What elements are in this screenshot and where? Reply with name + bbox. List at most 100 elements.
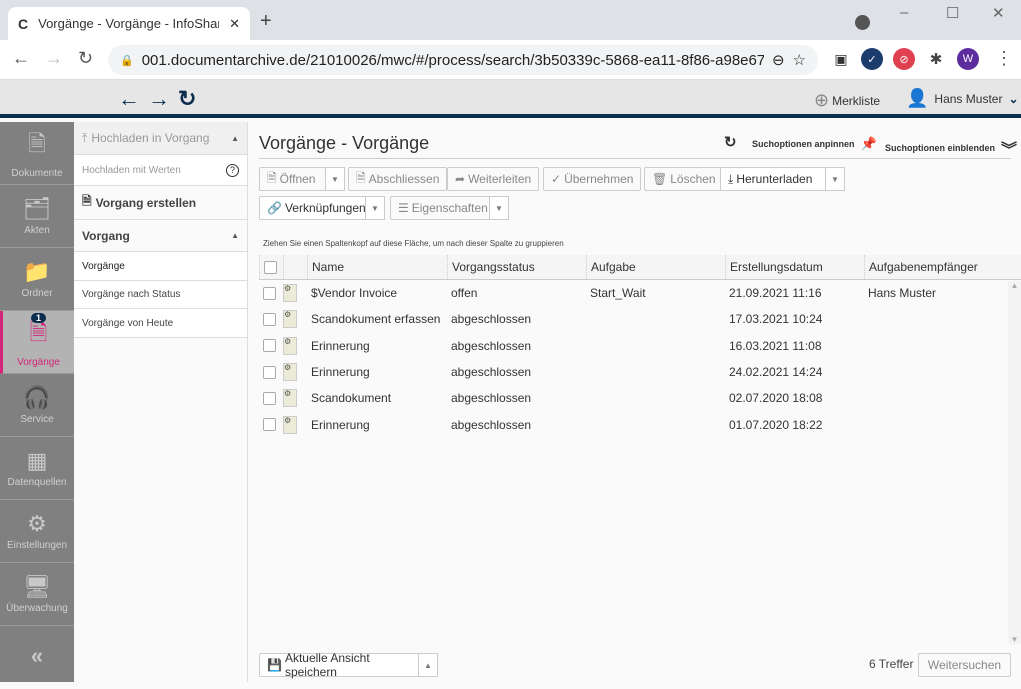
row-checkbox[interactable] [259, 286, 283, 300]
row-checkbox[interactable] [259, 339, 283, 353]
kebab-menu-icon[interactable]: ⋮ [995, 48, 1013, 69]
row-checkbox[interactable] [259, 312, 283, 326]
delete-button[interactable]: 🗑 Löschen [644, 167, 724, 191]
links-button[interactable]: 🔗 Verknüpfungen [259, 196, 366, 220]
collapse-sidebar-button[interactable]: « [0, 626, 74, 689]
sidebar-item-einstellungen[interactable]: ⚙ Einstellungen [0, 500, 74, 563]
table-row[interactable]: ⚙ Erinnerung abgeschlossen 24.02.2021 14:24 [259, 359, 1021, 385]
column-header[interactable]: Aufgabe [586, 255, 725, 279]
screenshot-extension-icon[interactable]: ▣ [830, 48, 852, 70]
properties-dropdown[interactable]: ▼ [489, 196, 509, 220]
sidebar-item-vorgänge[interactable]: 🗎 Vorgänge 1 [0, 311, 74, 374]
select-all-checkbox[interactable] [259, 255, 283, 279]
address-bar[interactable]: 🔒 001.documentarchive.de/21010026/mwc/#/… [108, 45, 818, 75]
forward-button[interactable]: ➦ Weiterleiten [447, 167, 540, 191]
create-process-button[interactable]: 🗎 Vorgang erstellen [74, 186, 247, 220]
search-more-button[interactable]: Weitersuchen [918, 653, 1011, 677]
close-doc-icon: 🗎 [356, 170, 366, 185]
puzzle-icon[interactable]: ✱ [925, 48, 947, 70]
sidebar-item-datenquellen[interactable]: ▦ Datenquellen [0, 437, 74, 500]
row-checkbox[interactable] [259, 391, 283, 405]
table-row[interactable]: ⚙ Erinnerung abgeschlossen 16.03.2021 11:08 [259, 333, 1021, 359]
close-process-button[interactable]: 🗎 Abschliessen [348, 167, 448, 191]
table-row[interactable]: ⚙ Scandokument erfassen abgeschlossen 17.03… [259, 306, 1021, 332]
sidebar-item-ordner[interactable]: 📁 Ordner [0, 248, 74, 311]
profile-menu-icon[interactable] [855, 15, 870, 30]
sidebar-item-dokumente[interactable]: 🗎 Dokumente [0, 122, 74, 185]
process-doc-icon: ⚙ [283, 336, 297, 355]
forward-icon[interactable]: → [45, 48, 63, 69]
back-icon[interactable]: ← [12, 48, 30, 69]
cell: Erinnerung [311, 338, 370, 353]
merkliste-button[interactable]: ⊕ Merkliste [814, 90, 880, 111]
merkliste-label: Merkliste [832, 93, 881, 108]
upload-label: Hochladen in Vorgang [91, 131, 210, 145]
download-button[interactable]: ⤓ Herunterladen [720, 167, 826, 191]
panel-item[interactable]: Vorgänge [74, 252, 247, 281]
open-dropdown[interactable]: ▼ [325, 167, 345, 191]
count-badge: 1 [31, 313, 47, 323]
column-header[interactable]: Name [307, 255, 447, 279]
sidebar-item-label: Einstellungen [6, 540, 68, 551]
user-menu[interactable]: 👤 Hans Muster ⌄ [906, 88, 1019, 109]
chevron-down-icon: ⌄ [1008, 91, 1019, 106]
star-icon[interactable]: ☆ [793, 51, 806, 69]
pin-search-options[interactable]: Suchoptionen anpinnen 📌 [752, 136, 877, 152]
help-icon[interactable]: ? [226, 163, 239, 177]
cell: Erinnerung [311, 365, 370, 380]
show-label: Suchoptionen einblenden [885, 143, 995, 153]
zoom-icon[interactable]: ⊖ [772, 51, 785, 69]
collapse-icon[interactable]: ▲ [231, 134, 239, 143]
reload-icon[interactable]: ↻ [78, 48, 93, 69]
table-row[interactable]: ⚙ $Vendor Invoice offen Start_Wait 21.09.202… [259, 280, 1021, 306]
save-view-button[interactable]: 💾 Aktuelle Ansicht speichern [259, 651, 419, 679]
open-label: Öffnen [279, 172, 316, 186]
section-vorgang[interactable]: Vorgang ▲ [74, 220, 247, 252]
cell: abgeschlossen [451, 391, 532, 406]
lock-icon: 🔒 [120, 54, 134, 67]
column-header[interactable]: Aufgabenempfänger [864, 255, 1003, 279]
new-tab-button[interactable]: + [260, 10, 272, 33]
download-dropdown[interactable]: ▼ [825, 167, 845, 191]
panel-item-label: Vorgänge von Heute [82, 317, 174, 329]
refresh-icon[interactable]: ↻ [724, 133, 737, 151]
minimize-button[interactable]: – [900, 4, 908, 21]
row-checkbox[interactable] [259, 365, 283, 379]
collapse-icon[interactable]: ▲ [231, 231, 239, 240]
scrollbar[interactable]: ▲ ▼ [1008, 281, 1021, 644]
app-back-icon[interactable]: ← [118, 86, 140, 112]
maximize-button[interactable]: ☐ [946, 4, 959, 22]
sidebar-item-überwachung[interactable]: 🖥 Überwachung [0, 563, 74, 626]
close-window-button[interactable]: ✕ [992, 4, 1005, 22]
take-over-button[interactable]: ✓ Übernehmen [543, 167, 642, 191]
upload-with-values[interactable]: Hochladen mit Werten ? [74, 155, 247, 186]
close-tab-icon[interactable]: ✕ [229, 16, 240, 32]
check-extension-icon[interactable]: ✓ [861, 48, 883, 70]
row-checkbox[interactable] [259, 418, 283, 432]
app-forward-icon[interactable]: → [148, 86, 170, 112]
properties-button[interactable]: ☰ Eigenschaften [390, 196, 490, 220]
link-icon: 🔗 [267, 201, 282, 215]
app-refresh-icon[interactable]: ↻ [178, 86, 196, 112]
panel-item[interactable]: Vorgänge nach Status [74, 281, 247, 309]
sidebar-item-service[interactable]: 🎧 Service [0, 374, 74, 437]
links-dropdown[interactable]: ▼ [365, 196, 385, 220]
column-header[interactable]: Vorgangsstatus [447, 255, 586, 279]
column-header[interactable]: Erstellungsdatum [725, 255, 864, 279]
sidebar-item-akten[interactable]: 🗂 Akten [0, 185, 74, 248]
red-extension-icon[interactable]: ⊘ [893, 48, 915, 70]
open-button[interactable]: 🗎 Öffnen [259, 167, 326, 191]
process-doc-icon: ⚙ [283, 363, 297, 382]
close-label: Abschliessen [368, 172, 440, 186]
browser-tab[interactable]: C Vorgänge - Vorgänge - InfoShare ✕ [8, 7, 250, 40]
table-row[interactable]: ⚙ Scandokument abgeschlossen 02.07.2020 18:… [259, 385, 1021, 411]
cell: 24.02.2021 14:24 [729, 365, 823, 380]
cell: 16.03.2021 11:08 [729, 338, 822, 353]
save-view-dropdown[interactable]: ▲ [418, 653, 438, 677]
monitor-icon: 🖥 [23, 574, 51, 599]
table-row[interactable]: ⚙ Erinnerung abgeschlossen 01.07.2020 18:22 [259, 411, 1021, 437]
show-search-options[interactable]: Suchoptionen einblenden ︾ [885, 136, 1017, 160]
panel-item[interactable]: Vorgänge von Heute [74, 309, 247, 338]
profile-avatar[interactable]: W [957, 48, 979, 70]
upload-to-process-button[interactable]: ⤒ Hochladen in Vorgang ▲ [74, 122, 247, 155]
